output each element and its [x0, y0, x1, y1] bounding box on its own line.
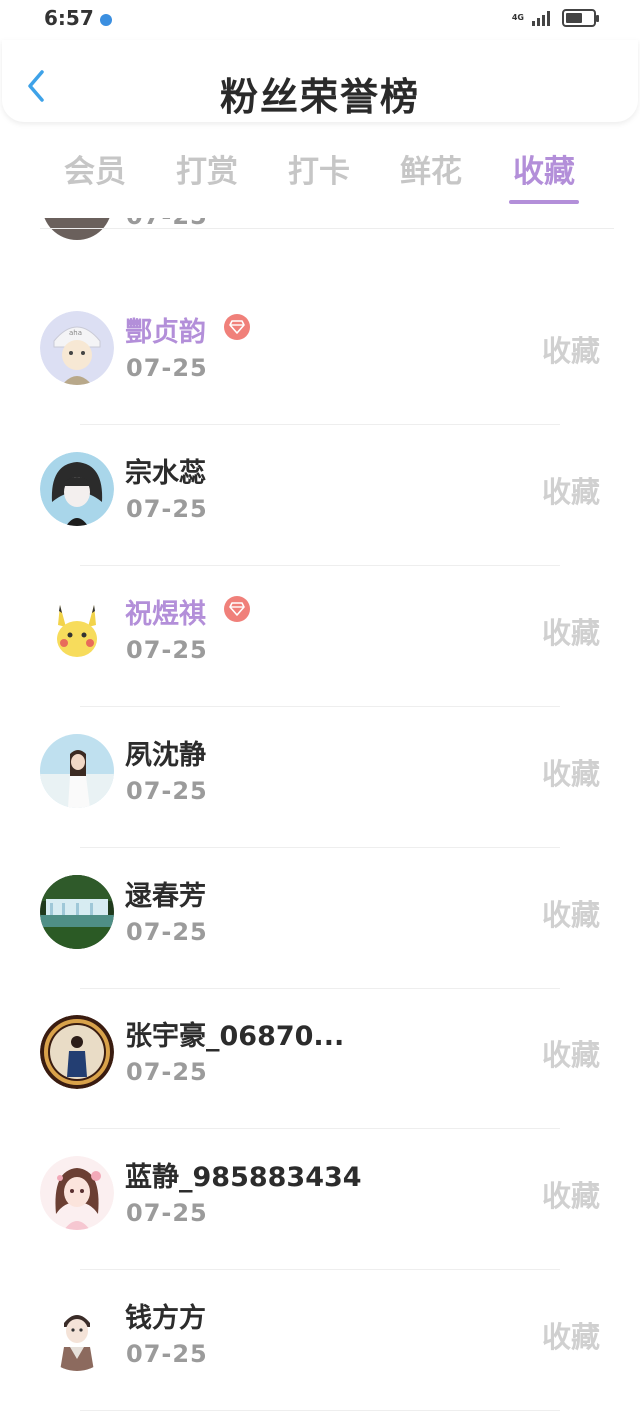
user-name: 钱方方 — [125, 1303, 206, 1334]
sketch-boy-avatar-icon — [40, 1297, 114, 1371]
beach-woman-avatar-icon — [40, 734, 114, 808]
item-date: 07-25 — [126, 1058, 208, 1086]
user-name: 逯春芳 — [125, 881, 206, 912]
tab-flowers[interactable]: 鲜花 — [386, 146, 476, 191]
location-dot-icon — [100, 14, 112, 26]
network-type: 4G — [511, 13, 524, 22]
top-app-bar: 粉丝荣誉榜 — [2, 40, 638, 122]
avatar[interactable] — [40, 1015, 114, 1089]
avatar[interactable] — [40, 875, 114, 949]
battery-icon — [562, 9, 599, 27]
avatar — [42, 218, 112, 240]
tab-favorites[interactable]: 收藏 — [499, 146, 589, 204]
item-date: 07-25 — [126, 918, 208, 946]
cartoon-child-avatar-icon: aha — [40, 311, 114, 385]
item-date: 07-25 — [126, 354, 208, 382]
user-name: 祝煜祺 — [125, 599, 206, 630]
divider — [40, 228, 614, 229]
favorite-label: 收藏 — [541, 1320, 600, 1354]
anime-girl-avatar-icon — [40, 452, 114, 526]
svg-text:aha: aha — [69, 329, 82, 337]
favorite-label: 收藏 — [541, 334, 600, 368]
framed-portrait-avatar-icon — [40, 1015, 114, 1089]
tab-tips[interactable]: 打赏 — [162, 146, 252, 191]
status-icons: 4G — [511, 9, 599, 27]
list-item[interactable]: 祝煜祺 07-25 收藏 — [0, 566, 640, 707]
list-item[interactable]: 宗水蕊 07-25 收藏 — [0, 425, 640, 566]
diamond-icon — [224, 314, 250, 340]
illustrated-girl-avatar-icon — [40, 1156, 114, 1230]
avatar[interactable] — [40, 593, 114, 667]
fan-list[interactable]: 07-25 aha 酆贞韵 07-25 收藏 — [0, 218, 640, 1422]
active-tab-indicator — [509, 200, 579, 204]
list-item[interactable]: 钱方方 07-25 收藏 — [0, 1270, 640, 1411]
item-date: 07-25 — [126, 1340, 208, 1368]
avatar[interactable]: aha — [40, 311, 114, 385]
avatar[interactable] — [40, 452, 114, 526]
favorite-label: 收藏 — [541, 475, 600, 509]
waterfall-avatar-icon — [40, 875, 114, 949]
status-time: 6:57 — [44, 6, 94, 30]
status-bar: 6:57 4G — [0, 0, 640, 40]
user-name: 蓝静_985883434 — [125, 1162, 362, 1193]
page-title: 粉丝荣誉榜 — [219, 75, 420, 119]
avatar[interactable] — [40, 734, 114, 808]
tab-checkin[interactable]: 打卡 — [274, 146, 364, 191]
tab-members[interactable]: 会员 — [50, 146, 140, 191]
item-date: 07-25 — [126, 777, 208, 805]
signal-icon — [532, 11, 550, 26]
favorite-label: 收藏 — [541, 616, 600, 650]
list-item[interactable]: 夙沈静 07-25 收藏 — [0, 707, 640, 848]
tab-bar: 会员 打赏 打卡 鲜花 收藏 — [0, 140, 640, 210]
item-date: 07-25 — [126, 495, 208, 523]
list-item-partial[interactable]: 07-25 — [0, 218, 640, 240]
list-item[interactable]: 张宇豪_06870... 07-25 收藏 — [0, 988, 640, 1129]
divider — [80, 1410, 560, 1411]
favorite-label: 收藏 — [541, 1179, 600, 1213]
favorite-label: 收藏 — [541, 757, 600, 791]
favorite-label: 收藏 — [541, 1038, 600, 1072]
diamond-icon — [224, 596, 250, 622]
user-name: 宗水蕊 — [125, 458, 206, 489]
tab-favorites-label: 收藏 — [513, 154, 575, 190]
user-name: 张宇豪_06870... — [125, 1021, 345, 1052]
user-name: 夙沈静 — [125, 740, 206, 771]
item-date: 07-25 — [126, 636, 208, 664]
avatar[interactable] — [40, 1156, 114, 1230]
list-item[interactable]: aha 酆贞韵 07-25 收藏 — [0, 284, 640, 425]
user-name: 酆贞韵 — [125, 317, 206, 348]
avatar[interactable] — [40, 1297, 114, 1371]
favorite-label: 收藏 — [541, 898, 600, 932]
list-item[interactable]: 蓝静_985883434 07-25 收藏 — [0, 1129, 640, 1270]
pikachu-avatar-icon — [40, 593, 114, 667]
list-item[interactable]: 逯春芳 07-25 收藏 — [0, 848, 640, 989]
item-date: 07-25 — [126, 1199, 208, 1227]
